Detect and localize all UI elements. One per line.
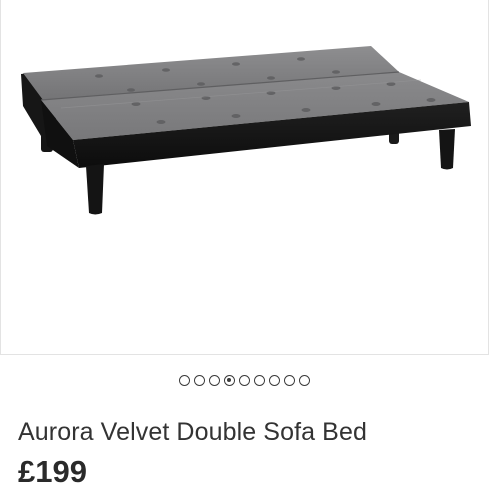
gallery-dot-3[interactable] (209, 375, 220, 386)
gallery-pagination (0, 374, 489, 390)
sofa-bed-image (21, 46, 471, 215)
gallery-dot-8[interactable] (284, 375, 295, 386)
gallery-dot-7[interactable] (269, 375, 280, 386)
product-title: Aurora Velvet Double Sofa Bed (18, 418, 367, 446)
gallery-dot-5[interactable] (239, 375, 250, 386)
product-price: £199 (18, 454, 87, 489)
gallery-dot-1[interactable] (179, 375, 190, 386)
gallery-dot-9[interactable] (299, 375, 310, 386)
product-image-frame[interactable] (0, 0, 489, 355)
gallery-dot-6[interactable] (254, 375, 265, 386)
gallery-dot-4-active[interactable] (224, 375, 235, 386)
gallery-dot-2[interactable] (194, 375, 205, 386)
